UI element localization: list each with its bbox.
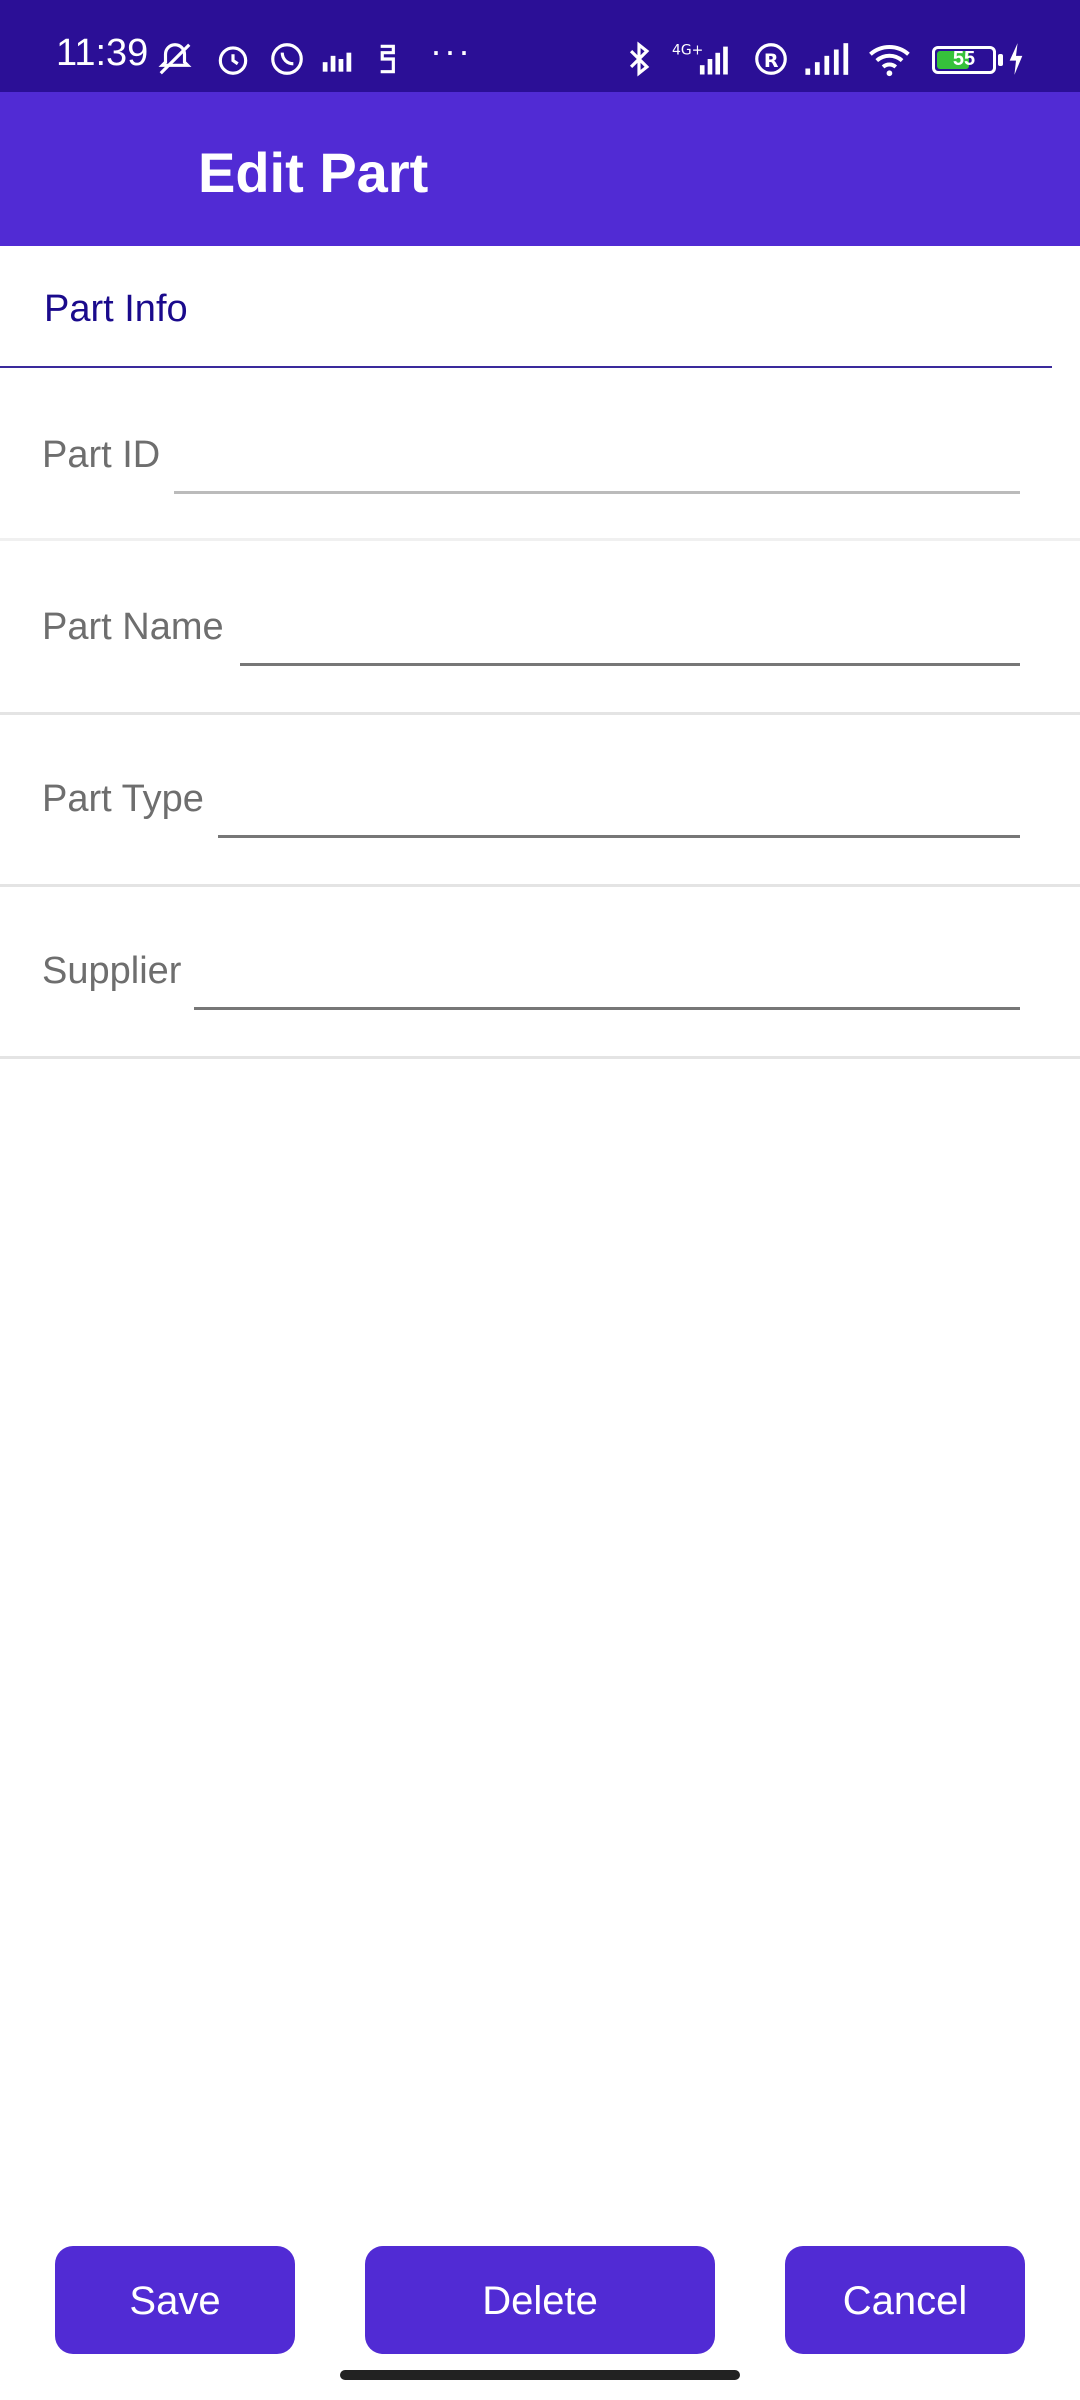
part-name-input[interactable]	[240, 622, 1020, 666]
status-time: 11:39	[56, 32, 149, 74]
row-divider	[0, 1056, 1080, 1059]
part-id-input[interactable]	[174, 450, 1020, 494]
cancel-button[interactable]: Cancel	[785, 2246, 1025, 2354]
field-row-part-id: Part ID	[0, 368, 1080, 540]
battery-icon: 55	[932, 46, 996, 74]
supplier-label: Supplier	[42, 950, 182, 992]
roaming-icon: R	[755, 43, 787, 75]
part-name-label: Part Name	[42, 606, 224, 648]
app-bar: Edit Part	[0, 92, 1080, 246]
delete-button[interactable]: Delete	[365, 2246, 715, 2354]
svg-text:4G+: 4G+	[672, 42, 703, 58]
signal-4g-icon: 4G+	[672, 42, 728, 75]
part-type-input[interactable]	[218, 794, 1020, 838]
section-header: Part Info	[44, 288, 188, 330]
status-bar: 11:39 ··· 4G+ R 55	[0, 0, 1080, 92]
equalizer-icon	[322, 52, 352, 72]
battery-level: 55	[952, 48, 976, 70]
home-indicator[interactable]	[340, 2370, 740, 2380]
part-type-label: Part Type	[42, 778, 204, 820]
part-id-label: Part ID	[42, 434, 161, 476]
alarm-icon	[218, 46, 248, 75]
save-button[interactable]: Save	[55, 2246, 295, 2354]
bell-off-icon	[158, 43, 192, 75]
whatsapp-icon	[271, 43, 303, 75]
charging-icon	[1009, 43, 1023, 75]
supplier-input[interactable]	[194, 966, 1020, 1010]
signal-icon	[805, 43, 849, 75]
page-title: Edit Part	[198, 141, 429, 204]
svg-text:R: R	[764, 50, 779, 72]
bluetooth-icon	[629, 41, 650, 77]
more-dots-icon: ···	[430, 30, 472, 71]
notification-icon	[380, 44, 395, 74]
wifi-icon	[869, 45, 910, 77]
